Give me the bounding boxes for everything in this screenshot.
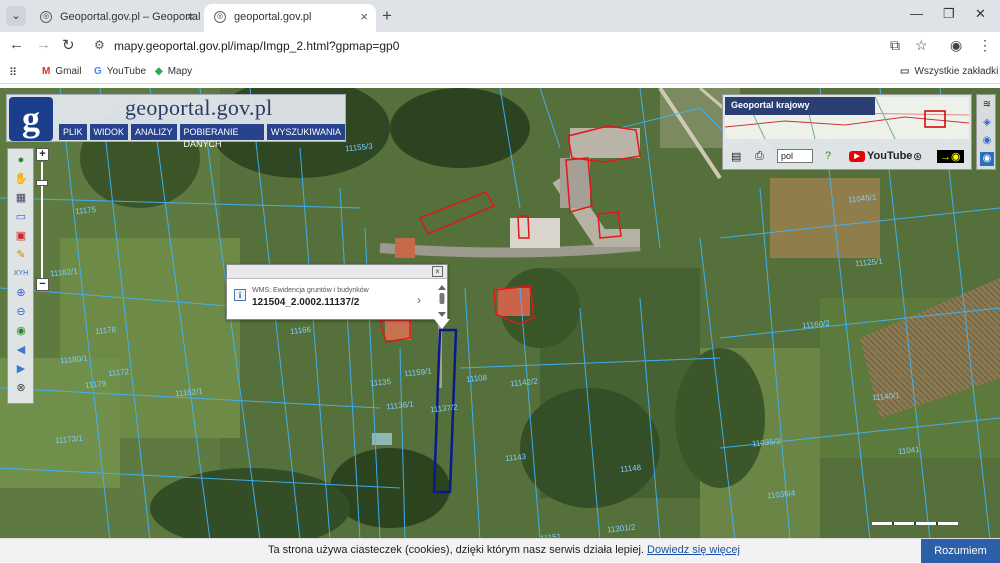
- full-extent-globe-icon[interactable]: ◉: [12, 323, 30, 339]
- menu-plik[interactable]: PLIK: [59, 124, 87, 140]
- map-canvas[interactable]: 11157/111156/111155/31117511182/11117811…: [0, 88, 1000, 540]
- maps-icon: ◆: [155, 66, 163, 77]
- apps-icon[interactable]: ⠿: [9, 66, 17, 79]
- menu-wyszukiwania[interactable]: WYSZUKIWANIA: [266, 124, 345, 140]
- profile-icon[interactable]: ◉: [950, 37, 962, 54]
- overview-panel: Geoportal krajowy ▤ ⎙ pol ? ▶ YouTube ⊛ →…: [722, 94, 972, 170]
- feature-info-popup: × i WMS: Ewidencja gruntów i budynków 12…: [226, 264, 448, 320]
- menu-analizy[interactable]: ANALIZY: [131, 124, 177, 140]
- address-bar[interactable]: ⚙ mapy.geoportal.gov.pl/imap/Imgp_2.html…: [84, 34, 944, 58]
- geoportal-title: geoportal.gov.pl: [125, 95, 273, 120]
- tab-strip: ⌄ ◎ Geoportal.gov.pl – Geoportal Inf × ◎…: [0, 0, 1000, 32]
- parcel-id: 121504_2.0002.11137/2: [252, 297, 360, 308]
- xyh-coordinates-icon[interactable]: XYH: [12, 266, 30, 282]
- google-icon: G: [94, 66, 102, 77]
- restore-icon[interactable]: ❐: [943, 6, 955, 22]
- zoom-thumb[interactable]: [36, 180, 48, 186]
- main-menu: PLIK WIDOK ANALIZY POBIERANIE DANYCH WYS…: [59, 124, 345, 149]
- all-bookmarks[interactable]: ▭ Wszystkie zakładki: [900, 66, 998, 77]
- tab-title: Geoportal.gov.pl – Geoportal Inf: [60, 11, 202, 23]
- bookmarks-bar: ⠿ M Gmail G YouTube ◆ Mapy ▭ Wszystkie zakła…: [0, 62, 1000, 84]
- gmail-icon: M: [42, 66, 51, 77]
- bookmark-youtube[interactable]: G YouTube: [94, 66, 146, 77]
- menu-pobieranie-danych[interactable]: POBIERANIE DANYCH: [179, 124, 264, 149]
- geoportal-header: g geoportal.gov.pl PLIK WIDOK ANALIZY PO…: [6, 94, 346, 149]
- tab-title: geoportal.gov.pl: [234, 11, 312, 23]
- bookmark-gmail[interactable]: M Gmail: [42, 66, 81, 77]
- popup-pointer: [434, 319, 450, 329]
- menu-icon[interactable]: ⋮: [978, 37, 992, 54]
- tab-geoportal-map[interactable]: ◎ geoportal.gov.pl ×: [204, 4, 376, 32]
- language-select[interactable]: pol: [777, 149, 813, 163]
- youtube-play-icon: ▶: [849, 150, 865, 162]
- popup-scrollbar[interactable]: [438, 285, 446, 317]
- zoom-plus-button[interactable]: +: [36, 148, 49, 161]
- high-contrast-icon[interactable]: →◉: [937, 150, 964, 163]
- compass-icon[interactable]: ⊗: [12, 380, 30, 396]
- new-tab-button[interactable]: +: [382, 6, 392, 26]
- scale-bar: [872, 522, 958, 525]
- globe-icon: ◎: [40, 11, 52, 23]
- expand-icon[interactable]: ◈: [980, 116, 994, 130]
- folder-icon: ▭: [900, 66, 910, 77]
- layers-icon[interactable]: ≋: [980, 98, 994, 112]
- cast-icon[interactable]: ⧉: [890, 37, 900, 54]
- side-panel-tools: ≋ ◈ ◉ ◉: [976, 94, 996, 170]
- chevron-right-icon[interactable]: ›: [417, 293, 421, 307]
- youtube-link[interactable]: ▶ YouTube: [849, 150, 912, 162]
- cookie-message: Ta strona używa ciasteczek (cookies), dz…: [268, 544, 740, 556]
- select-box-icon[interactable]: ▭: [12, 209, 30, 225]
- visibility-eye-icon[interactable]: ◉: [980, 152, 994, 166]
- print-icon[interactable]: ⎙: [755, 150, 764, 163]
- next-view-icon[interactable]: ▶: [12, 361, 30, 377]
- tab-geoportal-info[interactable]: ◎ Geoportal.gov.pl – Geoportal Inf ×: [30, 4, 202, 32]
- popup-header: ×: [227, 265, 447, 279]
- minimize-icon[interactable]: —: [910, 6, 923, 21]
- cookie-learn-more-link[interactable]: Dowiedz się więcej: [647, 544, 740, 556]
- close-icon[interactable]: ×: [360, 4, 368, 30]
- reload-button[interactable]: ↻: [62, 36, 75, 54]
- cookie-accept-button[interactable]: Rozumiem: [921, 539, 1000, 563]
- map-toolbar: ● ✋ ▦ ▭ ▣ ✎ XYH ⊕ ⊖ ◉ ◀ ▶ ⊗: [7, 148, 34, 404]
- bookmark-maps[interactable]: ◆ Mapy: [155, 66, 192, 77]
- popup-source: WMS: Ewidencja gruntów i budynków: [252, 287, 369, 294]
- geoportal-logo[interactable]: g: [9, 97, 53, 141]
- close-icon[interactable]: ×: [186, 4, 194, 30]
- info-icon: i: [234, 289, 246, 301]
- forward-button[interactable]: →: [36, 36, 51, 53]
- legend-icon[interactable]: ▤: [731, 150, 741, 163]
- close-window-icon[interactable]: ✕: [975, 6, 986, 22]
- previous-view-icon[interactable]: ◀: [12, 342, 30, 358]
- zoom-minus-button[interactable]: −: [36, 278, 49, 291]
- delete-selection-icon[interactable]: ▣: [12, 228, 30, 244]
- view-eye-icon[interactable]: ◉: [980, 134, 994, 148]
- bookmark-star-icon[interactable]: ☆: [915, 37, 928, 54]
- tab-search-button[interactable]: ⌄: [6, 6, 26, 26]
- zoom-in-icon[interactable]: ⊕: [12, 285, 30, 301]
- help-icon[interactable]: ?: [825, 150, 831, 162]
- zoom-slider[interactable]: + −: [34, 148, 50, 292]
- menu-widok[interactable]: WIDOK: [89, 124, 129, 140]
- browser-toolbar: ← → ↻ ⚙ mapy.geoportal.gov.pl/imap/Imgp_…: [0, 32, 1000, 60]
- info-tool-icon[interactable]: ●: [12, 152, 30, 168]
- site-info-icon[interactable]: ⚙: [94, 38, 105, 52]
- zoom-out-icon[interactable]: ⊖: [12, 304, 30, 320]
- pan-hand-icon[interactable]: ✋: [12, 171, 30, 187]
- overview-controls: ▤ ⎙ pol ? ▶ YouTube ⊛ →◉: [725, 147, 969, 167]
- table-icon[interactable]: ▦: [12, 190, 30, 206]
- globe-icon: ◎: [214, 11, 226, 23]
- url-text[interactable]: mapy.geoportal.gov.pl/imap/Imgp_2.html?g…: [114, 39, 399, 53]
- accessibility-icon[interactable]: ⊛: [913, 150, 922, 163]
- overview-title: Geoportal krajowy: [725, 97, 875, 115]
- back-button[interactable]: ←: [9, 36, 24, 53]
- cookie-bar: Ta strona używa ciasteczek (cookies), dz…: [0, 538, 1000, 563]
- close-icon[interactable]: ×: [432, 266, 443, 277]
- pencil-icon[interactable]: ✎: [12, 247, 30, 263]
